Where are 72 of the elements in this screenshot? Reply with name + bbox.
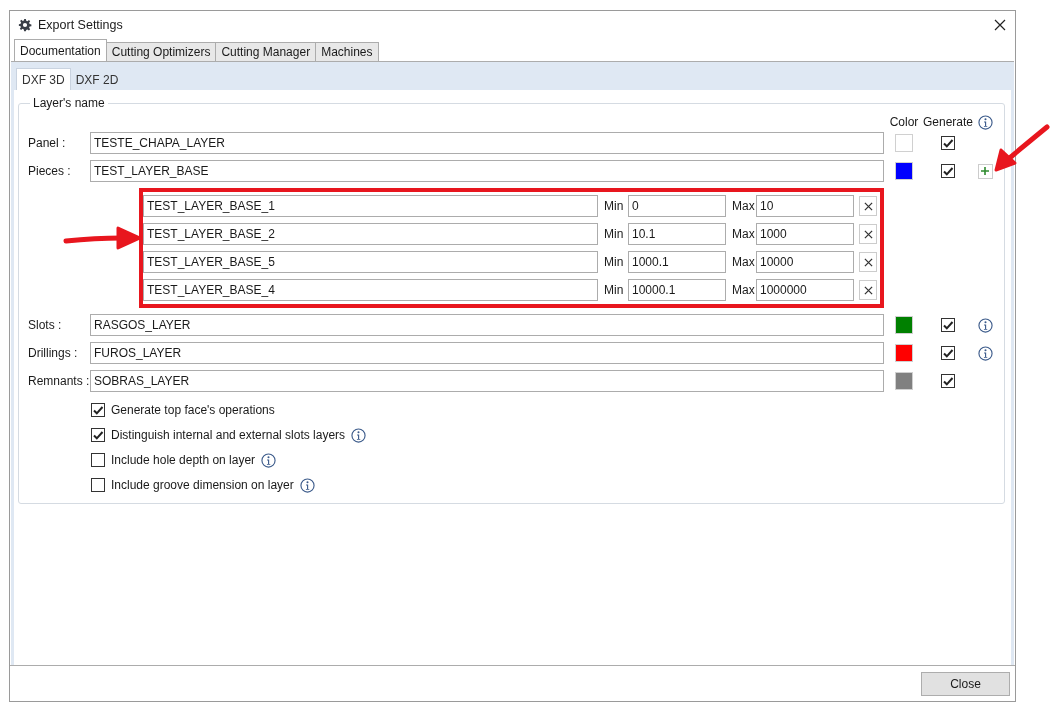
input-field[interactable]: TEST_LAYER_BASE xyxy=(90,160,884,182)
input-field[interactable]: 10000.1 xyxy=(628,279,726,301)
group-title: Layer's name xyxy=(32,96,106,110)
input-field[interactable]: 10.1 xyxy=(628,223,726,245)
info-icon[interactable] xyxy=(261,452,277,468)
field-label: Panel : xyxy=(28,136,67,150)
tab[interactable]: Machines xyxy=(315,42,379,61)
input-field[interactable]: 1000.1 xyxy=(628,251,726,273)
checkbox[interactable] xyxy=(941,136,955,150)
field-label: Slots : xyxy=(28,318,63,332)
tab[interactable]: Cutting Manager xyxy=(215,42,317,61)
color-swatch[interactable] xyxy=(895,316,913,334)
input-field[interactable]: 0 xyxy=(628,195,726,217)
close-icon[interactable] xyxy=(859,196,877,216)
input-field[interactable]: TESTE_CHAPA_LAYER xyxy=(90,132,884,154)
column-header: Color xyxy=(889,115,919,129)
input-field[interactable]: TEST_LAYER_BASE_5 xyxy=(143,251,598,273)
add-icon[interactable] xyxy=(977,163,993,179)
info-icon[interactable] xyxy=(977,114,993,130)
checkbox[interactable] xyxy=(941,346,955,360)
input-field[interactable]: RASGOS_LAYER xyxy=(90,314,884,336)
tab[interactable]: DXF 3D xyxy=(16,68,71,90)
info-icon[interactable] xyxy=(977,317,993,333)
input-field[interactable]: 10000 xyxy=(756,251,854,273)
checkbox-label: Generate top face's operations xyxy=(111,403,275,417)
input-field[interactable]: SOBRAS_LAYER xyxy=(90,370,884,392)
field-label: Min xyxy=(603,255,625,269)
input-field[interactable]: TEST_LAYER_BASE_4 xyxy=(143,279,598,301)
window-title: Export Settings xyxy=(38,18,124,32)
checkbox[interactable] xyxy=(91,478,105,492)
input-field[interactable]: 10 xyxy=(756,195,854,217)
checkbox[interactable] xyxy=(941,318,955,332)
field-label: Remnants : xyxy=(28,374,90,388)
field-label: Max xyxy=(731,283,756,297)
color-swatch[interactable] xyxy=(895,372,913,390)
checkbox[interactable] xyxy=(91,453,105,467)
checkbox[interactable] xyxy=(941,374,955,388)
checkbox-label: Include groove dimension on layer xyxy=(111,478,294,492)
field-label: Pieces : xyxy=(28,164,72,178)
field-label: Drillings : xyxy=(28,346,79,360)
info-icon[interactable] xyxy=(351,427,367,443)
field-label: Min xyxy=(603,199,625,213)
info-icon[interactable] xyxy=(977,345,993,361)
input-field[interactable]: FUROS_LAYER xyxy=(90,342,884,364)
color-swatch[interactable] xyxy=(895,344,913,362)
field-label: Max xyxy=(731,199,756,213)
field-label: Min xyxy=(603,283,625,297)
close-icon[interactable] xyxy=(859,252,877,272)
field-label: Max xyxy=(731,227,756,241)
tab[interactable]: Documentation xyxy=(14,39,107,61)
annotation-arrow xyxy=(994,124,1050,172)
checkbox[interactable] xyxy=(91,403,105,417)
close-icon[interactable] xyxy=(859,280,877,300)
input-field[interactable]: 1000 xyxy=(756,223,854,245)
color-swatch[interactable] xyxy=(895,134,913,152)
tab[interactable]: DXF 2D xyxy=(70,70,124,90)
close-icon[interactable] xyxy=(859,224,877,244)
info-icon[interactable] xyxy=(299,477,315,493)
close-button[interactable]: Close xyxy=(921,671,1010,696)
input-field[interactable]: 1000000 xyxy=(756,279,854,301)
checkbox[interactable] xyxy=(941,164,955,178)
gear-icon xyxy=(18,18,32,32)
input-field[interactable]: TEST_LAYER_BASE_1 xyxy=(143,195,598,217)
checkbox[interactable] xyxy=(91,428,105,442)
column-header: Generate xyxy=(923,115,974,129)
checkbox-label: Distinguish internal and external slots layers xyxy=(111,428,346,442)
field-label: Max xyxy=(731,255,756,269)
checkbox-label: Include hole depth on layer xyxy=(111,453,256,467)
input-field[interactable]: TEST_LAYER_BASE_2 xyxy=(143,223,598,245)
tab[interactable]: Cutting Optimizers xyxy=(105,42,217,61)
color-swatch[interactable] xyxy=(895,162,913,180)
field-label: Min xyxy=(603,227,625,241)
